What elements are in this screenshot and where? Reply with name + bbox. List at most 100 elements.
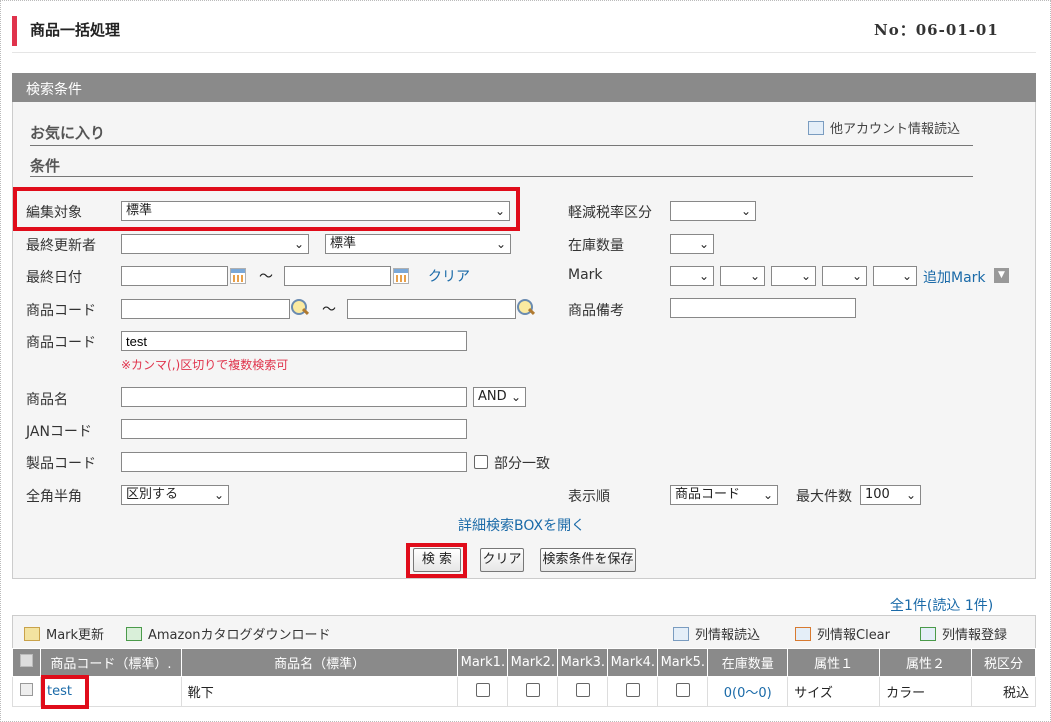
chevron-down-icon: ⌄ bbox=[905, 488, 916, 502]
column-header[interactable]: 属性１ bbox=[787, 648, 881, 677]
calendar-icon[interactable] bbox=[393, 268, 409, 284]
max-count-label: 最大件数 bbox=[796, 489, 852, 505]
column-header[interactable]: 在庫数量 bbox=[707, 648, 789, 677]
conditions-divider bbox=[30, 176, 973, 177]
product-name-label: 商品名 bbox=[26, 392, 68, 408]
calendar-icon[interactable] bbox=[230, 268, 246, 284]
jan-code-label: JANコード bbox=[26, 424, 92, 440]
mark4-checkbox[interactable] bbox=[625, 682, 640, 697]
mark2-cell bbox=[507, 676, 559, 707]
other-account-link[interactable]: 他アカウント情報読込 bbox=[808, 118, 960, 137]
attr2-cell: カラー bbox=[879, 676, 972, 707]
favorites-heading[interactable]: お気に入り bbox=[30, 122, 105, 143]
add-mark-link[interactable]: 追加Mark bbox=[923, 267, 986, 287]
column-header[interactable]: 税区分 bbox=[970, 648, 1037, 677]
tax-cell: 税込 bbox=[970, 676, 1037, 707]
chevron-down-icon: ⌄ bbox=[698, 269, 709, 283]
save-conditions-button[interactable]: 検索条件を保存 bbox=[540, 548, 636, 572]
result-count: 全1件(読込 1件) bbox=[890, 598, 994, 614]
stock-cell: 0(0～0) bbox=[707, 676, 789, 707]
mark2-checkbox[interactable] bbox=[525, 682, 540, 697]
maker-code-input[interactable] bbox=[121, 452, 467, 472]
zenkaku-select[interactable]: 区別する ⌄ bbox=[121, 485, 229, 505]
name-mode-select[interactable]: AND ⌄ bbox=[473, 387, 526, 407]
clear-button[interactable]: クリア bbox=[480, 548, 524, 572]
mark4-select[interactable]: ⌄ bbox=[822, 266, 867, 286]
mark5-select[interactable]: ⌄ bbox=[873, 266, 917, 286]
chevron-down-icon: ⌄ bbox=[698, 237, 709, 251]
mark3-checkbox[interactable] bbox=[575, 682, 590, 697]
product-code-to-input[interactable] bbox=[347, 299, 516, 319]
column-header[interactable]: 属性２ bbox=[879, 648, 972, 677]
mark1-select[interactable]: ⌄ bbox=[670, 266, 714, 286]
partial-match-checkbox[interactable] bbox=[474, 455, 488, 469]
search-icon[interactable] bbox=[517, 299, 535, 317]
list-add-icon bbox=[920, 627, 936, 641]
chevron-down-icon: ⌄ bbox=[762, 488, 773, 502]
row-checkbox[interactable] bbox=[19, 683, 33, 696]
jan-code-input[interactable] bbox=[121, 419, 467, 439]
stock-qty-label: 在庫数量 bbox=[568, 238, 624, 254]
chevron-down-icon: ⌄ bbox=[510, 390, 521, 404]
amazon-download-button[interactable]: Amazonカタログダウンロード bbox=[126, 624, 331, 643]
results-table: 商品コード（標準）. 商品名（標準） Mark1. Mark2. Mark3. … bbox=[12, 648, 1037, 707]
column-header[interactable]: Mark2. bbox=[507, 648, 559, 677]
col-register-button[interactable]: 列情報登録 bbox=[920, 624, 1007, 643]
product-code-label: 商品コード bbox=[26, 335, 96, 351]
col-load-button[interactable]: 列情報読込 bbox=[673, 624, 760, 643]
chevron-down-icon: ⌄ bbox=[800, 269, 811, 283]
mark5-cell bbox=[657, 676, 709, 707]
product-code-highlight bbox=[41, 675, 89, 709]
detail-search-link[interactable]: 詳細検索BOXを開く bbox=[458, 515, 585, 535]
date-range-tilde: ～ bbox=[259, 269, 273, 285]
mark-update-button[interactable]: Mark更新 bbox=[24, 624, 104, 643]
select-all-checkbox[interactable] bbox=[19, 654, 33, 667]
pencil-icon bbox=[24, 627, 40, 641]
col-clear-button[interactable]: 列情報Clear bbox=[795, 624, 890, 643]
screen-number: No：06-01-01 bbox=[874, 21, 999, 39]
search-icon[interactable] bbox=[291, 299, 309, 317]
display-order-select[interactable]: 商品コード ⌄ bbox=[670, 485, 778, 505]
zenkaku-label: 全角半角 bbox=[26, 489, 82, 505]
stock-link[interactable]: 0(0～0) bbox=[724, 686, 772, 701]
last-date-from-input[interactable] bbox=[121, 266, 228, 286]
edit-target-highlight bbox=[13, 187, 520, 231]
mark1-checkbox[interactable] bbox=[475, 682, 490, 697]
column-header[interactable]: 商品名（標準） bbox=[180, 648, 459, 677]
last-date-to-input[interactable] bbox=[284, 266, 391, 286]
mark2-select[interactable]: ⌄ bbox=[720, 266, 765, 286]
list-icon bbox=[808, 121, 824, 135]
max-count-select[interactable]: 100 ⌄ bbox=[860, 485, 921, 505]
product-memo-input[interactable] bbox=[670, 298, 856, 318]
last-updater-select[interactable]: ⌄ bbox=[121, 234, 309, 254]
list-clear-icon bbox=[795, 627, 811, 641]
select-all-cell[interactable] bbox=[12, 648, 41, 677]
column-header[interactable]: Mark1. bbox=[457, 648, 509, 677]
chevron-down-icon: ⌄ bbox=[851, 269, 862, 283]
stock-qty-select[interactable]: ⌄ bbox=[670, 234, 714, 254]
product-name-input[interactable] bbox=[121, 387, 467, 407]
last-updater-type-select[interactable]: 標準 ⌄ bbox=[325, 234, 511, 254]
column-header[interactable]: Mark4. bbox=[607, 648, 659, 677]
tax-class-select[interactable]: ⌄ bbox=[670, 201, 756, 221]
column-header[interactable]: Mark5. bbox=[657, 648, 709, 677]
column-header[interactable]: 商品コード（標準）. bbox=[39, 648, 182, 677]
product-code-from-input[interactable] bbox=[121, 299, 290, 319]
row-select-cell[interactable] bbox=[12, 676, 41, 707]
last-updater-label: 最終更新者 bbox=[26, 238, 96, 254]
code-range-tilde: ～ bbox=[322, 302, 336, 318]
display-order-label: 表示順 bbox=[568, 489, 610, 505]
chevron-down-icon: ⌄ bbox=[213, 488, 224, 502]
partial-match-label: 部分一致 bbox=[494, 456, 550, 472]
table-header-row: 商品コード（標準）. 商品名（標準） Mark1. Mark2. Mark3. … bbox=[12, 648, 1037, 677]
list-icon bbox=[673, 627, 689, 641]
column-header[interactable]: Mark3. bbox=[557, 648, 609, 677]
product-code-input[interactable] bbox=[121, 331, 467, 351]
mark3-select[interactable]: ⌄ bbox=[771, 266, 816, 286]
product-code-note: ※カンマ(,)区切りで複数検索可 bbox=[121, 358, 289, 372]
chevron-down-icon: ⌄ bbox=[901, 269, 912, 283]
dropdown-toggle-icon[interactable]: ▼ bbox=[994, 268, 1009, 283]
chevron-down-icon: ⌄ bbox=[293, 237, 304, 251]
date-clear-link[interactable]: クリア bbox=[428, 266, 470, 286]
mark5-checkbox[interactable] bbox=[675, 682, 690, 697]
